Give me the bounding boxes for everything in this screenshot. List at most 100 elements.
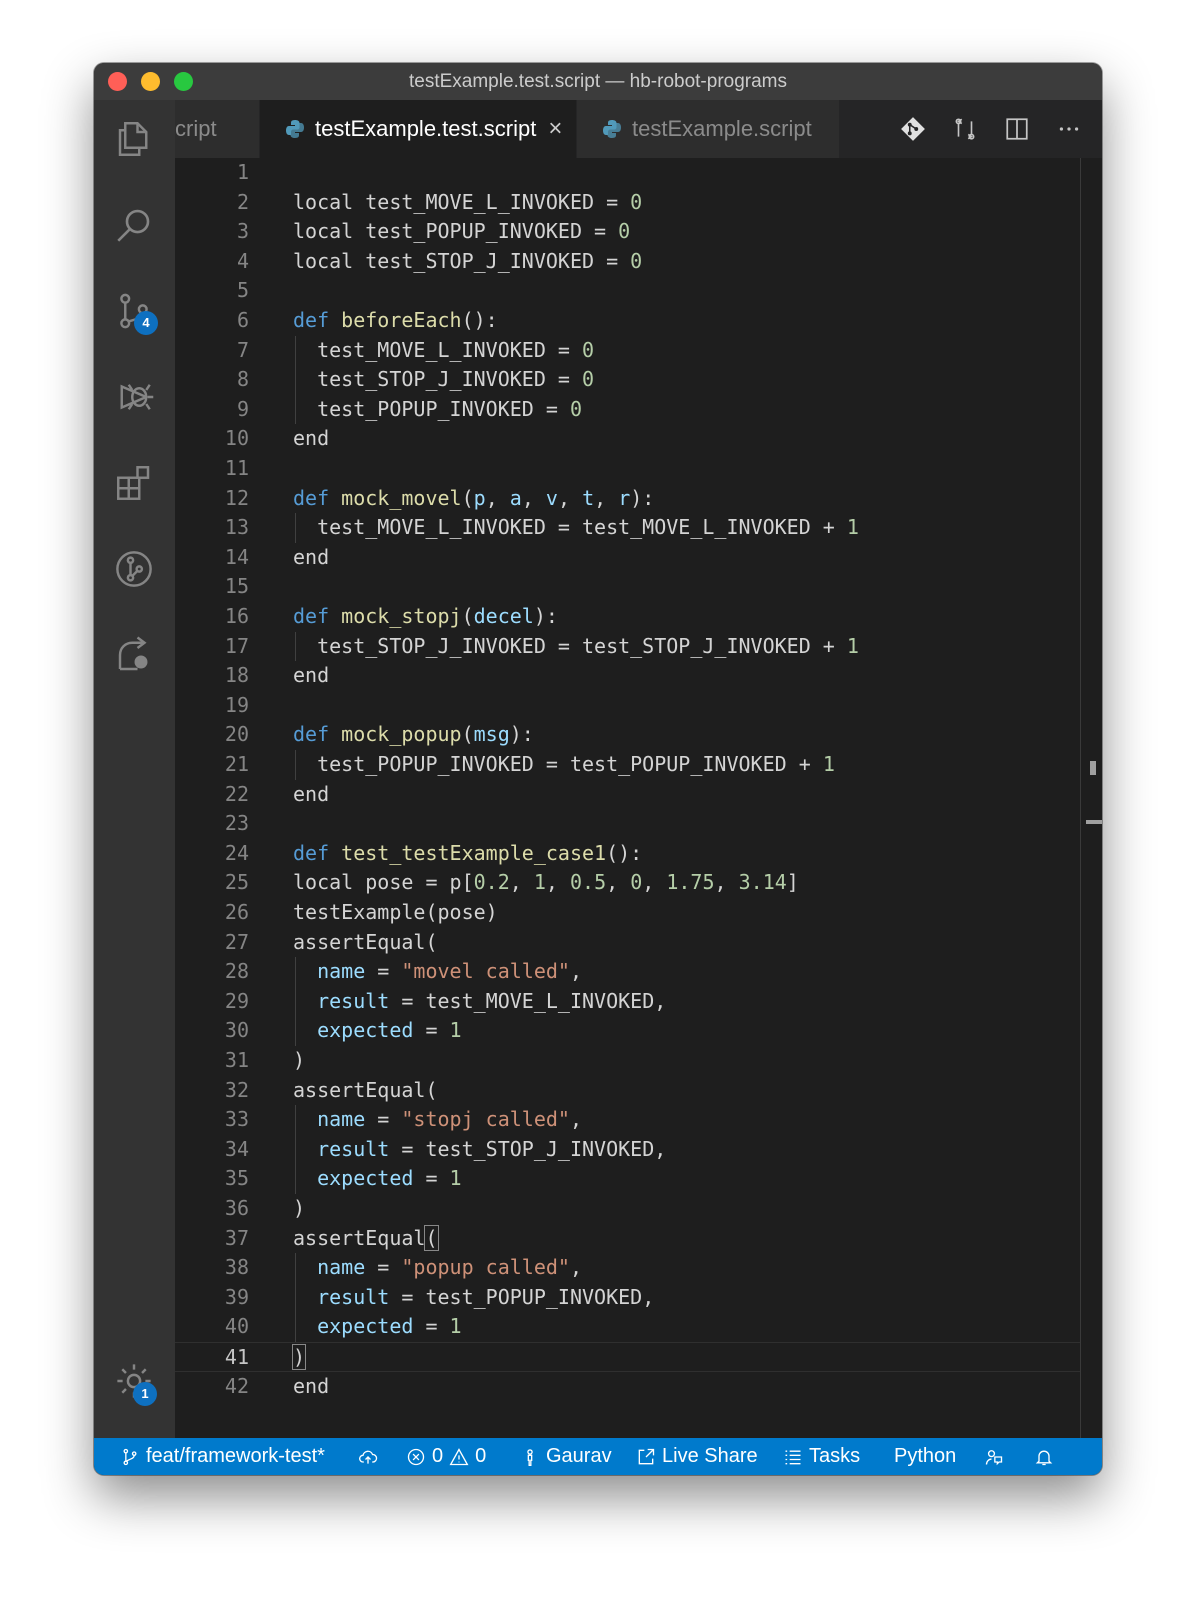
user-icon bbox=[527, 1448, 533, 1466]
tab-vars-script[interactable]: cript bbox=[175, 100, 259, 158]
code-token: , bbox=[509, 870, 534, 895]
code-line[interactable]: 31) bbox=[175, 1046, 1080, 1076]
code-line[interactable]: 27 assertEqual( bbox=[175, 928, 1080, 958]
code-line[interactable]: 40 expected = 1 bbox=[175, 1312, 1080, 1342]
git-graph-icon[interactable] bbox=[111, 546, 157, 592]
git-diamond-icon[interactable] bbox=[898, 114, 928, 144]
problems-status[interactable]: 0 0 bbox=[406, 1438, 486, 1475]
code-line[interactable]: 34 result = test_STOP_J_INVOKED, bbox=[175, 1134, 1080, 1165]
live-share-icon[interactable] bbox=[111, 632, 157, 678]
open-changes-icon[interactable] bbox=[950, 114, 980, 144]
error-icon bbox=[407, 1448, 425, 1465]
code-line[interactable]: 15 bbox=[175, 572, 1080, 602]
code-line[interactable]: 8 test_STOP_J_INVOKED = 0 bbox=[175, 365, 1080, 395]
extensions-icon[interactable] bbox=[111, 460, 157, 506]
code-token: result bbox=[317, 988, 390, 1013]
code-line[interactable]: 39 result = test_POPUP_INVOKED, bbox=[175, 1282, 1080, 1313]
code-line[interactable]: 36) bbox=[175, 1194, 1080, 1224]
code-line[interactable]: 21 test_POPUP_INVOKED = test_POPUP_INVOKE… bbox=[175, 750, 1080, 780]
code-token: 0 bbox=[630, 870, 643, 895]
sync-status[interactable] bbox=[358, 1438, 378, 1475]
code-token: mock_stopj bbox=[341, 604, 462, 628]
line-number: 42 bbox=[224, 1373, 249, 1398]
code-text: def test_testExample_case1(): bbox=[293, 839, 642, 869]
code-line[interactable]: 11 bbox=[175, 454, 1080, 484]
code-text: ) bbox=[291, 1343, 307, 1373]
code-line[interactable]: 25 local pose = p[0.2, 1, 0.5, 0, 1.75, 3… bbox=[175, 868, 1080, 898]
code-line[interactable]: 24 def test_testExample_case1(): bbox=[175, 839, 1080, 869]
code-line[interactable]: 23 bbox=[175, 809, 1080, 839]
code-line[interactable]: 4 local test_STOP_J_INVOKED = 0 bbox=[175, 247, 1080, 277]
code-line[interactable]: 30 expected = 1 bbox=[175, 1016, 1080, 1046]
code-line[interactable]: 38 name = "popup called", bbox=[175, 1253, 1080, 1283]
code-token: test_testExample_case1 bbox=[341, 840, 607, 865]
line-number: 41 bbox=[224, 1345, 249, 1369]
code-token: ): bbox=[533, 604, 558, 628]
code-line[interactable]: 37 assertEqual( bbox=[175, 1224, 1080, 1254]
code-token: result bbox=[317, 1136, 390, 1161]
code-token: , bbox=[642, 870, 667, 895]
code-editor[interactable]: 1 2 local test_MOVE_L_INVOKED = 0 3 local te… bbox=[175, 158, 1102, 1438]
explorer-icon[interactable] bbox=[111, 116, 157, 162]
code-line[interactable]: 6 def beforeEach(): bbox=[175, 306, 1080, 336]
code-line[interactable]: 42 end bbox=[175, 1372, 1080, 1402]
code-token: 0 bbox=[569, 396, 582, 421]
debug-icon[interactable] bbox=[111, 374, 157, 420]
notifications-status[interactable] bbox=[1034, 1438, 1054, 1475]
overview-ruler[interactable] bbox=[1080, 158, 1081, 1438]
code-line[interactable]: 17 test_STOP_J_INVOKED = test_STOP_J_INVO… bbox=[175, 631, 1080, 662]
live-share-status[interactable]: Live Share bbox=[636, 1438, 758, 1475]
account-status[interactable]: Gaurav bbox=[520, 1438, 612, 1475]
branch-name: feat/framework-test* bbox=[146, 1445, 325, 1467]
code-line[interactable]: 19 bbox=[175, 691, 1080, 721]
code-line[interactable]: 22 end bbox=[175, 780, 1080, 810]
code-token: 0 bbox=[630, 248, 643, 273]
code-line[interactable]: 3 local test_POPUP_INVOKED = 0 bbox=[175, 217, 1080, 247]
vscode-window: testExample.test.script — hb-robot-progr… bbox=[94, 63, 1102, 1475]
code-line[interactable]: 20 def mock_popup(msg): bbox=[175, 720, 1080, 750]
tab-test-script[interactable]: testExample.test.script × bbox=[260, 100, 576, 158]
code-line[interactable]: 16 def mock_stopj(decel): bbox=[175, 602, 1080, 632]
code-line[interactable]: 13 test_MOVE_L_INVOKED = test_MOVE_L_INVO… bbox=[175, 513, 1080, 543]
code-line[interactable]: 1 bbox=[175, 158, 1080, 188]
tasks-status[interactable]: Tasks bbox=[783, 1438, 860, 1475]
feedback-status[interactable] bbox=[984, 1438, 1004, 1475]
code-line[interactable]: 12 def mock_movel(p, a, v, t, r): bbox=[175, 484, 1080, 514]
code-line[interactable]: 35 expected = 1 bbox=[175, 1164, 1080, 1194]
code-line[interactable]: 32 assertEqual( bbox=[175, 1076, 1080, 1106]
code-token: 1 bbox=[533, 870, 546, 895]
code-line[interactable]: 7 test_MOVE_L_INVOKED = 0 bbox=[175, 335, 1080, 366]
code-line[interactable]: 29 result = test_MOVE_L_INVOKED, bbox=[175, 986, 1080, 1017]
code-line[interactable]: 14 end bbox=[175, 543, 1080, 573]
code-line[interactable]: 28 name = "movel called", bbox=[175, 957, 1080, 987]
minimize-window-button[interactable] bbox=[141, 72, 160, 91]
source-control-icon[interactable]: 4 bbox=[111, 288, 158, 335]
code-line[interactable]: 18 end bbox=[175, 661, 1080, 691]
window-title: testExample.test.script — hb-robot-progr… bbox=[408, 71, 788, 92]
code-line[interactable]: 10 end bbox=[175, 424, 1080, 454]
code-line[interactable]: 2 local test_MOVE_L_INVOKED = 0 bbox=[175, 188, 1080, 218]
cloud-upload-icon bbox=[359, 1450, 378, 1464]
settings-gear-icon[interactable]: 1 bbox=[111, 1358, 157, 1406]
tab-script[interactable]: testExample.script bbox=[577, 100, 839, 158]
code-line[interactable]: 9 test_POPUP_INVOKED = 0 bbox=[175, 394, 1080, 425]
tab-label: testExample.script bbox=[632, 116, 812, 141]
code-line[interactable]: 41) bbox=[175, 1342, 1080, 1372]
close-window-button[interactable] bbox=[108, 72, 127, 91]
code-token: = bbox=[365, 1107, 402, 1132]
maximize-window-button[interactable] bbox=[174, 72, 193, 91]
split-editor-icon[interactable] bbox=[1002, 114, 1032, 144]
code-line[interactable]: 5 bbox=[175, 276, 1080, 306]
code-text: local test_POPUP_INVOKED = 0 bbox=[293, 217, 630, 247]
code-token: ): bbox=[630, 485, 655, 510]
language-mode[interactable]: Python bbox=[894, 1438, 956, 1475]
code-text: name = "popup called", bbox=[317, 1253, 582, 1283]
line-number: 26 bbox=[224, 900, 249, 924]
code-line[interactable]: 33 name = "stopj called", bbox=[175, 1105, 1080, 1135]
search-icon[interactable] bbox=[111, 202, 157, 248]
line-number: 2 bbox=[236, 189, 249, 214]
close-tab-icon[interactable]: × bbox=[548, 115, 562, 143]
code-line[interactable]: 26 testExample(pose) bbox=[175, 898, 1080, 928]
more-actions-icon[interactable] bbox=[1054, 114, 1084, 144]
branch-status[interactable]: feat/framework-test* bbox=[120, 1438, 325, 1475]
